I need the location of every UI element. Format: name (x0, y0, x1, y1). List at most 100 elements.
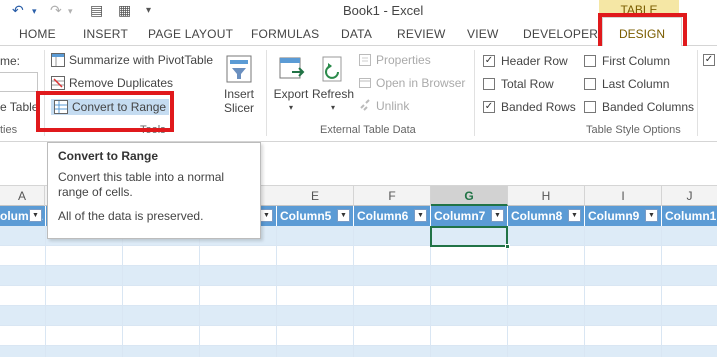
window-title: Book1 - Excel (343, 3, 424, 18)
table-row[interactable] (0, 306, 717, 326)
total-row-checkbox[interactable]: Total Row (483, 77, 554, 91)
convert-to-range-icon (54, 100, 68, 114)
filter-button-checkbox[interactable]: ✓ (703, 54, 715, 66)
tab-design[interactable]: DESIGN (602, 17, 682, 47)
form-icon[interactable]: ▤ (90, 2, 103, 19)
column-header-e[interactable]: E (277, 186, 354, 206)
undo-dropdown-icon[interactable]: ▾ (32, 6, 37, 17)
browser-icon (358, 76, 372, 90)
group-separator (474, 50, 475, 136)
insert-slicer-button[interactable]: Insert Slicer (218, 54, 260, 115)
table-header-cell[interactable]: Column1 (662, 206, 717, 226)
filter-dropdown-icon[interactable]: ▼ (645, 209, 658, 222)
tab-page-layout[interactable]: PAGE LAYOUT (148, 27, 233, 41)
filter-dropdown-icon[interactable]: ▼ (337, 209, 350, 222)
header-row-checkbox[interactable]: ✓ Header Row (483, 54, 568, 68)
filter-dropdown-icon[interactable]: ▼ (491, 209, 504, 222)
tab-view[interactable]: VIEW (467, 27, 498, 41)
properties-group-label: ties (0, 124, 18, 136)
total-row-check-icon (483, 78, 495, 90)
column-header-a[interactable]: A (0, 186, 45, 206)
export-button[interactable]: Export ▾ (271, 54, 311, 115)
convert-to-range-button[interactable]: Convert to Range (51, 99, 170, 115)
insert-slicer-label-2: Slicer (223, 101, 254, 115)
table-header-label: Column1 (665, 209, 717, 223)
unlink-label: Unlink (376, 99, 410, 113)
filter-button-check-icon: ✓ (703, 54, 715, 66)
refresh-button[interactable]: Refresh ▾ (312, 54, 354, 115)
table-header-label: Column6 (357, 209, 409, 223)
fill-handle[interactable] (505, 244, 510, 249)
tab-developer[interactable]: DEVELOPER (523, 27, 598, 41)
customize-qat-icon[interactable]: ▾ (146, 5, 151, 16)
filter-dropdown-icon[interactable]: ▼ (414, 209, 427, 222)
table-row[interactable] (0, 346, 717, 357)
tab-home[interactable]: HOME (19, 27, 56, 41)
table-header-label: Column7 (434, 209, 486, 223)
tooltip-description: Convert this table into a normal range o… (58, 170, 250, 200)
external-table-data-group-label: External Table Data (320, 124, 416, 136)
open-in-browser-button[interactable]: Open in Browser (358, 76, 465, 90)
banded-rows-checkbox[interactable]: ✓ Banded Rows (483, 100, 576, 114)
last-column-checkbox[interactable]: Last Column (584, 77, 669, 91)
first-column-checkbox[interactable]: First Column (584, 54, 670, 68)
cell-gridline (45, 226, 46, 357)
cell-gridline (276, 226, 277, 357)
column-header-f[interactable]: F (354, 186, 431, 206)
column-header-i[interactable]: I (585, 186, 662, 206)
filter-dropdown-icon[interactable]: ▼ (260, 209, 273, 222)
table-row[interactable] (0, 246, 717, 266)
banded-columns-checkbox[interactable]: Banded Columns (584, 100, 694, 114)
table-header-cell[interactable]: Column9 ▼ (585, 206, 662, 226)
column-header-j[interactable]: J (662, 186, 717, 206)
redo-dropdown-icon[interactable]: ▾ (68, 6, 73, 17)
remove-duplicates-button[interactable]: Remove Duplicates (51, 76, 173, 90)
undo-icon[interactable]: ↶ (12, 2, 24, 19)
unlink-icon (358, 99, 372, 113)
active-cell[interactable] (430, 226, 508, 247)
tab-insert[interactable]: INSERT (83, 27, 128, 41)
table-name-label: me: (0, 54, 21, 68)
total-row-label: Total Row (501, 77, 554, 91)
table-style-options-group-label: Table Style Options (586, 124, 681, 136)
banded-rows-label: Banded Rows (501, 100, 576, 114)
tab-review[interactable]: REVIEW (397, 27, 446, 41)
column-header-h[interactable]: H (508, 186, 585, 206)
table-header-cell[interactable]: Column5 ▼ (277, 206, 354, 226)
first-column-check-icon (584, 55, 596, 67)
calendar-icon[interactable]: ▦ (118, 2, 131, 19)
table-name-field[interactable] (0, 72, 38, 92)
remove-duplicates-label: Remove Duplicates (69, 76, 174, 90)
unlink-button[interactable]: Unlink (358, 99, 409, 113)
table-row[interactable] (0, 326, 717, 346)
header-row-check-icon: ✓ (483, 55, 495, 67)
table-header-label: Column9 (588, 209, 640, 223)
table-row[interactable] (0, 286, 717, 306)
summarize-pivottable-button[interactable]: Summarize with PivotTable (51, 53, 213, 67)
ribbon-panel: me: e Table ties Summarize with PivotTab… (0, 46, 717, 142)
resize-table-button[interactable]: e Table (0, 100, 38, 114)
open-in-browser-label: Open in Browser (376, 76, 466, 90)
table-header-cell[interactable]: Column8 ▼ (508, 206, 585, 226)
table-header-cell[interactable]: olumn1 ▼ (0, 206, 46, 226)
table-row[interactable] (0, 266, 717, 286)
redo-icon[interactable]: ↷ (50, 2, 62, 19)
table-header-cell[interactable]: Column7 ▼ (431, 206, 508, 226)
first-column-label: First Column (602, 54, 671, 68)
tab-data[interactable]: DATA (341, 27, 372, 41)
tab-formulas[interactable]: FORMULAS (251, 27, 319, 41)
group-separator (44, 50, 45, 136)
column-header-g[interactable]: G (431, 186, 508, 206)
insert-slicer-label-1: Insert (223, 87, 254, 101)
refresh-icon (322, 56, 342, 82)
filter-dropdown-icon[interactable]: ▼ (29, 209, 42, 222)
banded-columns-check-icon (584, 101, 596, 113)
remove-duplicates-icon (51, 76, 65, 90)
filter-dropdown-icon[interactable]: ▼ (568, 209, 581, 222)
tooltip-description-line: Convert this table into a normal (58, 170, 225, 184)
properties-button[interactable]: Properties (358, 53, 431, 67)
table-header-label: Column5 (280, 209, 332, 223)
table-header-cell[interactable]: Column6 ▼ (354, 206, 431, 226)
cell-gridline (122, 226, 123, 357)
last-column-check-icon (584, 78, 596, 90)
